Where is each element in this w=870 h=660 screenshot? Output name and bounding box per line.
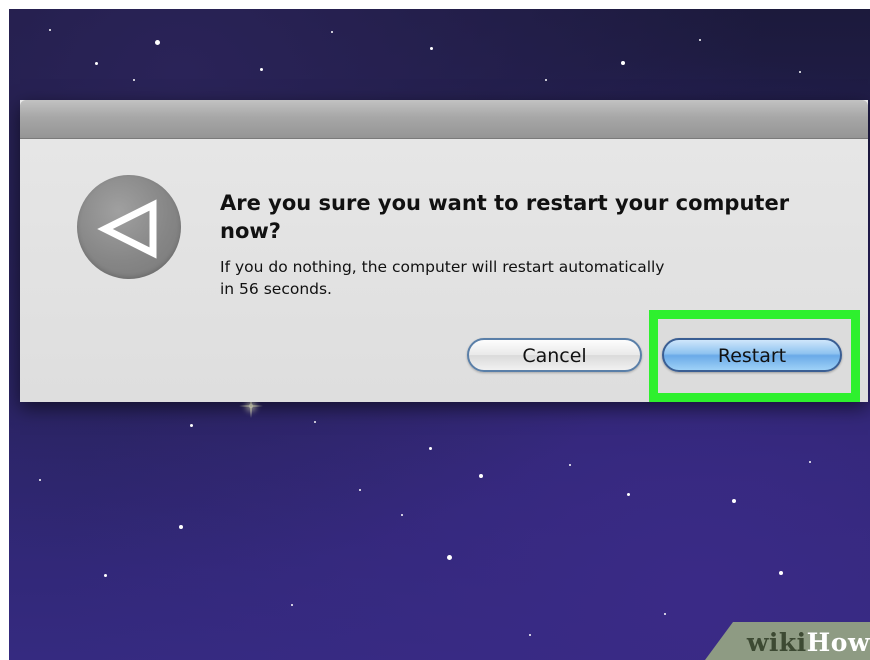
desktop-background: Are you sure you want to restart your co… xyxy=(9,9,870,660)
star xyxy=(179,525,183,529)
star xyxy=(239,394,263,418)
star xyxy=(401,514,403,516)
star xyxy=(545,79,547,81)
dialog-message-line: If you do nothing, the computer will res… xyxy=(220,258,665,276)
star xyxy=(133,79,135,81)
star xyxy=(699,39,701,41)
star xyxy=(155,40,160,45)
watermark-text: How xyxy=(806,628,870,657)
star xyxy=(104,574,107,577)
watermark-logo: wikiHow xyxy=(747,628,870,657)
watermark-text: wiki xyxy=(746,628,807,657)
star xyxy=(359,489,361,491)
dialog-message-line: in 56 seconds. xyxy=(220,280,332,298)
star xyxy=(260,68,263,71)
star xyxy=(627,493,630,496)
star xyxy=(732,499,736,503)
star xyxy=(95,62,98,65)
dialog-titlebar[interactable] xyxy=(20,100,868,139)
restart-dialog: Are you sure you want to restart your co… xyxy=(20,100,868,402)
star xyxy=(190,424,193,427)
star xyxy=(529,634,531,636)
restart-button[interactable]: Restart xyxy=(662,338,842,372)
star xyxy=(621,61,625,65)
star xyxy=(479,474,483,478)
star xyxy=(447,555,452,560)
star xyxy=(799,71,801,73)
star xyxy=(49,29,51,31)
star xyxy=(809,461,811,463)
power-restart-icon xyxy=(77,175,181,279)
star xyxy=(331,31,333,33)
star xyxy=(569,464,571,466)
dialog-message: If you do nothing, the computer will res… xyxy=(220,256,820,300)
star xyxy=(314,421,316,423)
star xyxy=(664,613,666,615)
star xyxy=(429,447,432,450)
dialog-headline: Are you sure you want to restart your co… xyxy=(220,191,790,243)
cancel-button[interactable]: Cancel xyxy=(467,338,642,372)
star xyxy=(779,571,783,575)
dialog-body: Are you sure you want to restart your co… xyxy=(20,139,868,402)
star xyxy=(430,47,433,50)
star xyxy=(291,604,293,606)
star xyxy=(39,479,41,481)
